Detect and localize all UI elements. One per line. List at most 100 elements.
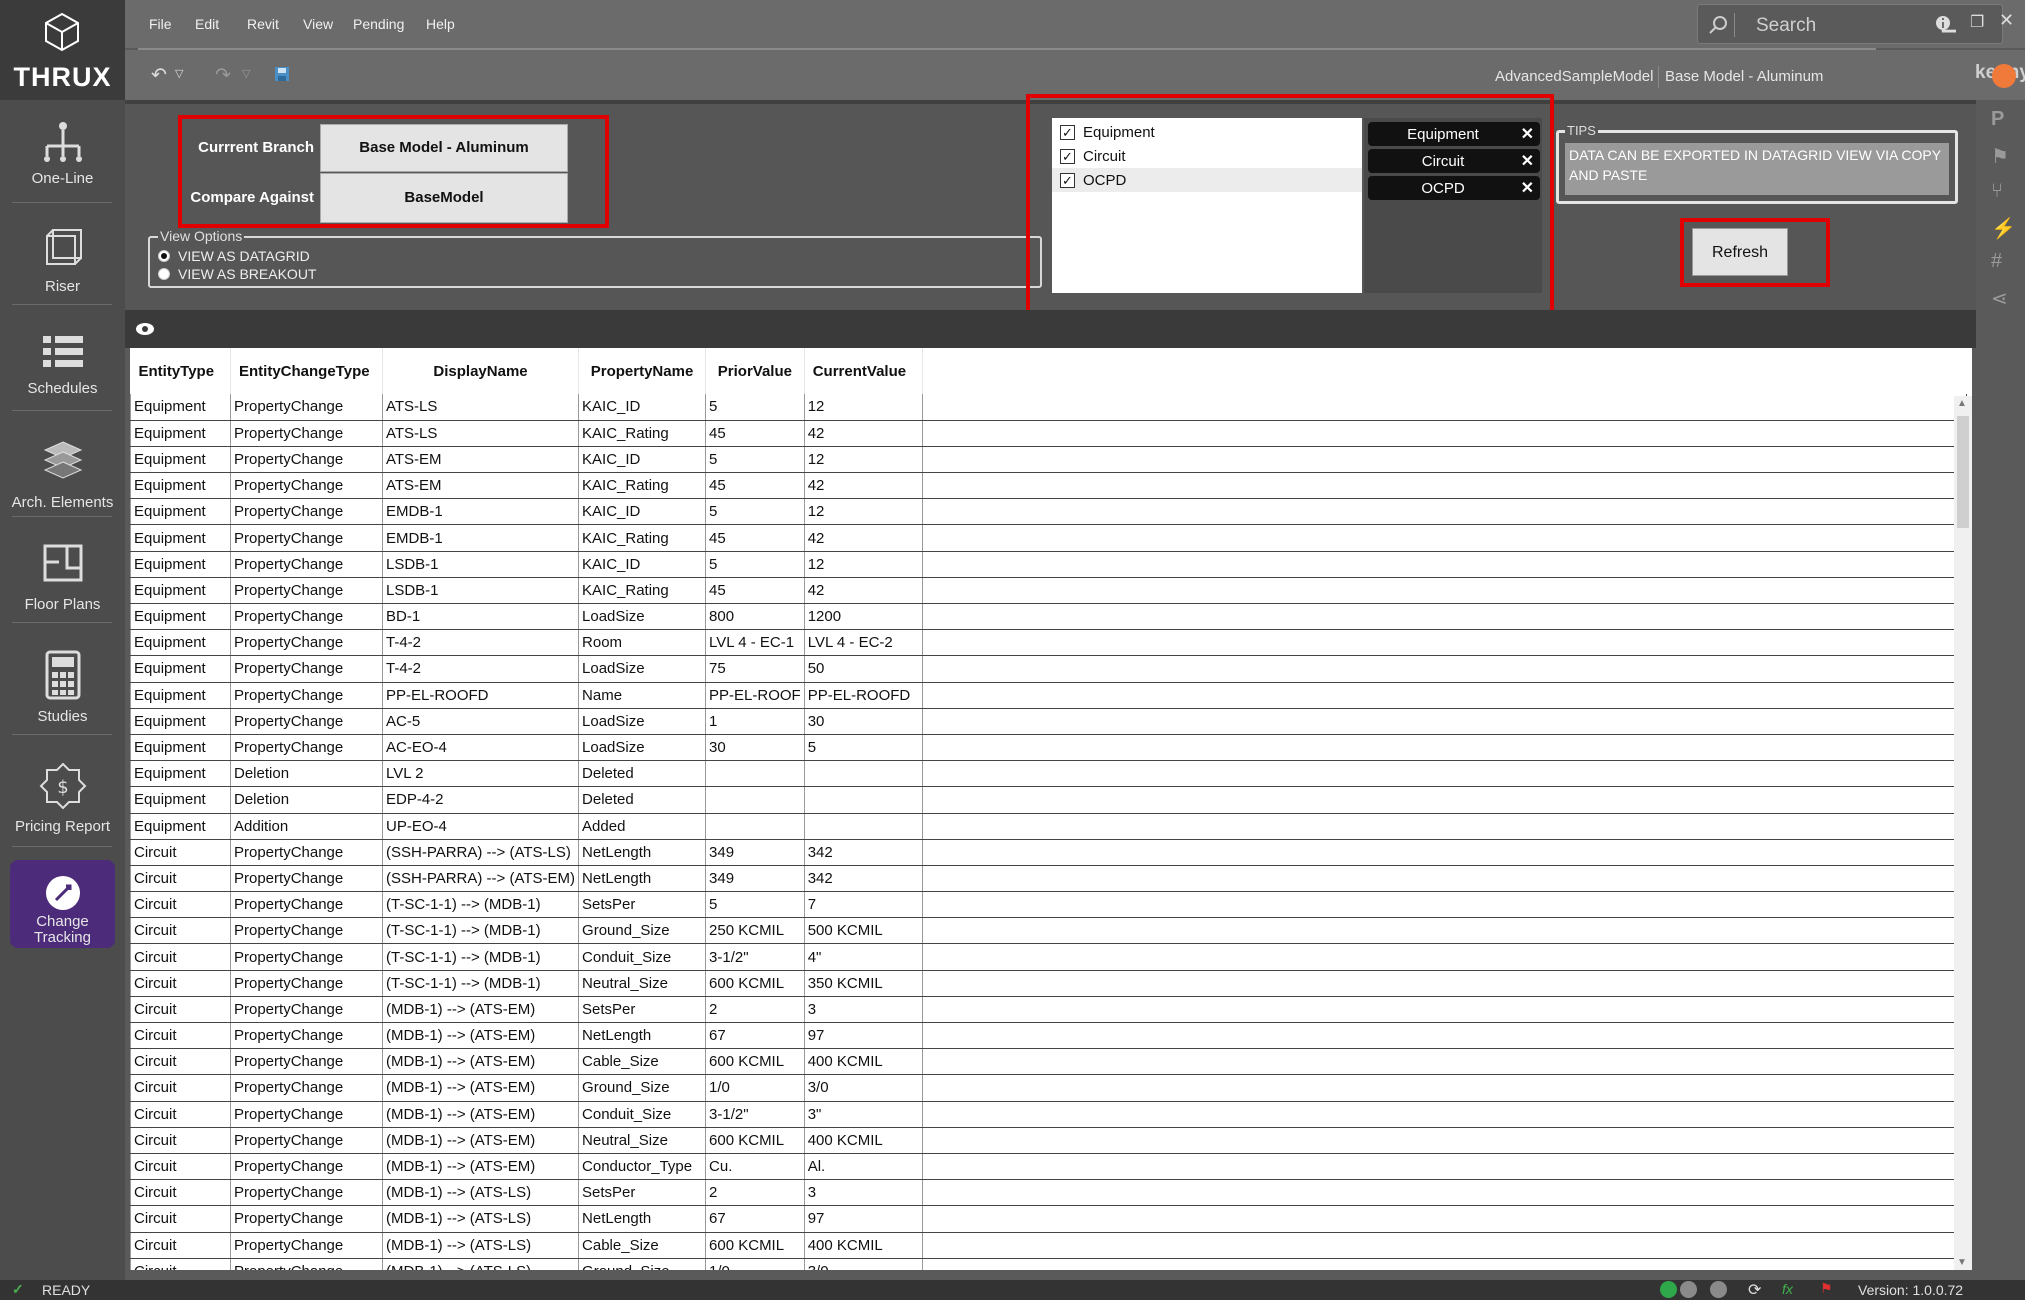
table-row[interactable]: Circuit PropertyChange (T-SC-1-1) --> (MDB… (130, 891, 1967, 919)
table-cell[interactable]: Circuit (130, 1179, 231, 1207)
table-row[interactable]: CircuitPropertyChange(MDB-1) --> (ATS-LS… (130, 1258, 1967, 1270)
table-cell[interactable]: 2 (705, 996, 805, 1024)
table-cell[interactable]: Equipment (130, 655, 231, 683)
table-cell[interactable]: Name (578, 682, 707, 709)
table-cell[interactable]: 67 (705, 1205, 805, 1233)
table-cell[interactable]: PropertyChange (230, 708, 383, 735)
table-cell[interactable]: 600 KCMIL (705, 1048, 805, 1076)
scroll-thumb[interactable] (1957, 416, 1969, 528)
table-cell[interactable]: 3 (804, 996, 923, 1024)
disconnected-icon[interactable] (1710, 1281, 1727, 1298)
filter-item-circuit[interactable]: ✓ Circuit (1052, 144, 1362, 168)
table-row[interactable]: Circuit PropertyChange (MDB-1) --> (ATS-EM… (130, 1153, 1967, 1181)
filter-item-ocpd[interactable]: ✓ OCPD (1052, 168, 1362, 192)
table-cell[interactable]: Cable_Size (578, 1048, 707, 1076)
datagrid-radio[interactable] (158, 250, 170, 262)
table-cell[interactable]: Conductor_Type (578, 1153, 707, 1181)
table-cell[interactable]: Equipment (130, 420, 231, 447)
redo-dropdown-icon[interactable]: ▽ (242, 67, 250, 80)
table-cell[interactable]: NetLength (578, 865, 707, 893)
table-cell[interactable]: Circuit (130, 891, 231, 919)
share-icon[interactable]: ⋖ (1991, 286, 2008, 311)
table-cell[interactable]: Equipment (130, 551, 231, 578)
table-cell[interactable]: Conduit_Size (578, 1101, 707, 1128)
table-row[interactable]: Circuit PropertyChange (MDB-1) --> (ATS-EM… (130, 1101, 1967, 1128)
table-row[interactable]: Circuit PropertyChange (MDB-1) --> (ATS-EM… (130, 1048, 1967, 1076)
checkbox[interactable]: ✓ (1060, 173, 1075, 188)
table-cell[interactable]: KAIC_ID (578, 551, 707, 578)
table-cell[interactable]: 4" (804, 943, 923, 971)
table-cell[interactable]: 600 KCMIL (705, 970, 805, 997)
table-cell[interactable]: (MDB-1) --> (ATS-EM) (382, 1022, 580, 1050)
table-cell[interactable]: PP-EL-ROOFD (382, 682, 580, 709)
change-datagrid[interactable]: EntityType EntityChangeType DisplayName … (130, 348, 1972, 1270)
table-cell[interactable]: LSDB-1 (382, 577, 580, 605)
table-row[interactable]: Circuit PropertyChange (MDB-1) --> (ATS-EM… (130, 996, 1967, 1024)
table-cell[interactable]: 1200 (804, 603, 923, 631)
table-cell[interactable]: Equipment (130, 682, 231, 709)
table-cell[interactable]: PropertyChange (230, 865, 383, 893)
table-cell[interactable]: LoadSize (578, 603, 707, 631)
table-cell[interactable] (705, 786, 805, 814)
table-row[interactable]: Circuit PropertyChange (SSH-PARRA) --> (AT… (130, 865, 1967, 893)
scroll-down-icon[interactable]: ▼ (1957, 1257, 1967, 1268)
table-row[interactable]: Circuit PropertyChange (T-SC-1-1) --> (MDB… (130, 917, 1967, 945)
table-cell[interactable]: T-4-2 (382, 629, 580, 657)
table-row[interactable]: Equipment PropertyChange LSDB-1 KAIC_Rating… (130, 577, 1967, 605)
table-cell[interactable]: 45 (705, 524, 805, 552)
table-cell[interactable]: 12 (804, 498, 923, 526)
table-cell[interactable]: (MDB-1) --> (ATS-EM) (382, 1101, 580, 1128)
table-cell[interactable]: SetsPer (578, 891, 707, 919)
table-cell[interactable]: Equipment (130, 734, 231, 762)
table-cell[interactable]: Deletion (230, 786, 383, 814)
table-cell[interactable]: PropertyChange (230, 1153, 383, 1181)
table-row[interactable]: CircuitPropertyChange(MDB-1) --> (ATS-LS… (130, 1232, 1967, 1259)
table-cell[interactable]: LVL 4 - EC-1 (705, 629, 805, 657)
table-cell[interactable]: 3 (804, 1179, 923, 1207)
table-cell[interactable]: 1/0 (705, 1074, 805, 1102)
table-row[interactable]: Equipment PropertyChange LSDB-1 KAIC_ID 5 12 (130, 551, 1967, 578)
redo-icon[interactable]: ↷ (215, 64, 231, 87)
table-cell[interactable]: Equipment (130, 394, 231, 421)
table-row[interactable]: Equipment PropertyChange ATS-EM KAIC_ID 5 12 (130, 446, 1967, 474)
table-cell[interactable]: 600 KCMIL (705, 1232, 805, 1259)
menu-pending[interactable]: Pending (353, 16, 404, 32)
table-cell[interactable] (804, 813, 923, 840)
table-cell[interactable]: PropertyChange (230, 1127, 383, 1154)
table-row[interactable]: Circuit PropertyChange (MDB-1) --> (ATS-EM… (130, 1022, 1967, 1050)
close-icon[interactable]: ✕ (1521, 178, 1534, 198)
table-cell[interactable]: (T-SC-1-1) --> (MDB-1) (382, 970, 580, 997)
table-cell[interactable]: PropertyChange (230, 839, 383, 866)
table-cell[interactable]: 97 (804, 1022, 923, 1050)
table-cell[interactable] (804, 786, 923, 814)
table-cell[interactable]: Circuit (130, 1205, 231, 1233)
table-cell[interactable]: Equipment (130, 786, 231, 814)
table-cell[interactable]: (MDB-1) --> (ATS-EM) (382, 1074, 580, 1102)
table-cell[interactable]: PropertyChange (230, 420, 383, 447)
table-cell[interactable]: 5 (705, 551, 805, 578)
table-cell[interactable]: ATS-LS (382, 420, 580, 447)
table-cell[interactable]: 350 KCMIL (804, 970, 923, 997)
table-cell[interactable]: Equipment (130, 813, 231, 840)
table-cell[interactable]: 349 (705, 839, 805, 866)
avatar[interactable] (1992, 64, 2016, 88)
nav-arch-elements[interactable]: Arch. Elements (10, 436, 115, 511)
table-cell[interactable]: PropertyChange (230, 1101, 383, 1128)
chip-ocpd[interactable]: OCPD ✕ (1368, 176, 1540, 200)
table-cell[interactable]: PropertyChange (230, 1022, 383, 1050)
table-cell[interactable]: SetsPer (578, 1179, 707, 1207)
table-cell[interactable]: Deleted (578, 786, 707, 814)
table-cell[interactable]: 5 (705, 891, 805, 919)
undo-icon[interactable]: ↶ (151, 64, 167, 87)
table-cell[interactable]: 50 (804, 655, 923, 683)
table-cell[interactable]: 349 (705, 865, 805, 893)
table-cell[interactable]: PropertyChange (230, 498, 383, 526)
table-cell[interactable]: SetsPer (578, 996, 707, 1024)
table-cell[interactable]: Deleted (578, 760, 707, 788)
eye-icon[interactable] (135, 320, 155, 338)
table-cell[interactable]: Circuit (130, 1258, 231, 1270)
column-header[interactable]: PropertyName (578, 348, 707, 394)
table-cell[interactable]: Al. (804, 1153, 923, 1181)
table-cell[interactable]: Ground_Size (578, 917, 707, 945)
table-cell[interactable]: KAIC_ID (578, 498, 707, 526)
